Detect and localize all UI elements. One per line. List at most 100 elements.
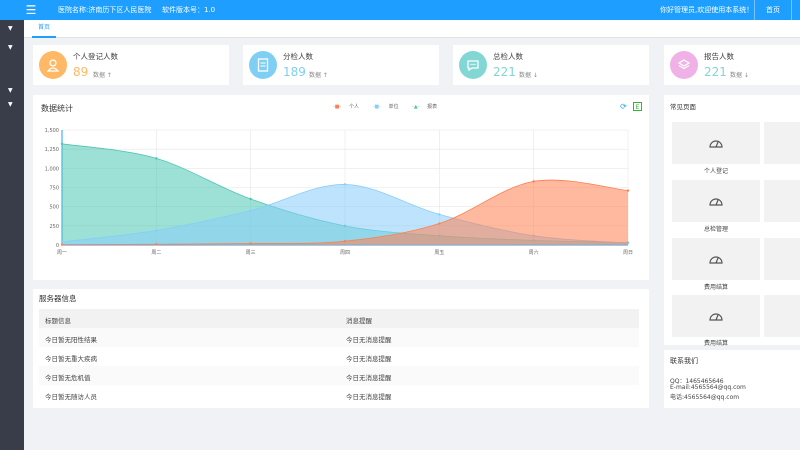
- stat-value: 221: [704, 65, 727, 79]
- data-point[interactable]: [60, 142, 64, 145]
- chat-icon: [459, 51, 487, 79]
- stat-card-total[interactable]: 总检人数 221 数据 ↓: [453, 45, 649, 85]
- stat-card-report[interactable]: 报告人数 221 数据 ↓: [664, 45, 800, 85]
- tab-bar: 首页: [24, 20, 800, 38]
- stat-trend: 数据 ↑: [93, 72, 112, 79]
- data-point[interactable]: [532, 180, 535, 183]
- x-tick-label: 周六: [529, 249, 539, 256]
- table-row[interactable]: 今日暂无随访人员 今日无消息提醒: [39, 385, 639, 404]
- shortcut-fee-settlement-2[interactable]: [672, 295, 760, 337]
- data-point[interactable]: [438, 213, 441, 216]
- chevron-down-icon[interactable]: ▼: [8, 101, 16, 109]
- server-info-table: 标题信息 消息提醒 今日暂无阳性结果 今日无消息提醒 今日暂无重大疾病 今日无消…: [39, 309, 639, 404]
- table-cell: 今日暂无重大疾病: [45, 355, 97, 363]
- sidebar: ▼ ▼ ▼ ▼: [0, 20, 24, 450]
- stat-card-personal[interactable]: 个人登记人数 89 数据 ↑: [33, 45, 229, 85]
- data-point[interactable]: [155, 229, 158, 232]
- gauge-icon: [709, 140, 723, 148]
- table-cell: 今日无消息提醒: [346, 355, 392, 363]
- stat-value: 221: [493, 65, 516, 79]
- shortcut-tile-partial[interactable]: [764, 122, 800, 164]
- data-point[interactable]: [249, 242, 252, 245]
- data-point[interactable]: [438, 222, 441, 225]
- common-pages-title: 常见页面: [670, 103, 696, 111]
- common-pages-card: 常见页面 个人登记 总检管理 费用结算 费用结算: [664, 95, 800, 347]
- table-cell: 今日无消息提醒: [346, 393, 392, 401]
- x-tick-label: 周四: [340, 250, 350, 256]
- stat-trend: 数据 ↓: [519, 72, 538, 79]
- x-tick-label: 周五: [434, 250, 444, 256]
- layers-icon: [670, 51, 698, 79]
- shortcut-tile-partial[interactable]: [764, 295, 800, 337]
- data-point[interactable]: [155, 243, 158, 246]
- x-tick-label: 周二: [151, 250, 161, 256]
- gauge-icon: [709, 313, 723, 321]
- x-tick-label: 周三: [246, 250, 256, 256]
- data-point[interactable]: [60, 243, 64, 246]
- shortcut-label: 个人登记: [703, 168, 728, 175]
- table-row[interactable]: 今日暂无阳性结果 今日无消息提醒: [39, 328, 639, 347]
- chevron-down-icon[interactable]: ▼: [8, 87, 16, 95]
- server-info-card: 服务器信息 标题信息 消息提醒 今日暂无阳性结果 今日无消息提醒 今日暂无重大疾…: [33, 289, 649, 408]
- table-row[interactable]: 今日暂无重大疾病 今日无消息提醒: [39, 347, 639, 366]
- shortcut-tile-partial[interactable]: [764, 180, 800, 222]
- table-cell: 今日无消息提醒: [346, 374, 392, 382]
- data-point[interactable]: [343, 183, 347, 186]
- shortcut-personal-registration[interactable]: [672, 122, 760, 164]
- data-point[interactable]: [155, 157, 158, 160]
- shortcut-tile-partial[interactable]: [764, 238, 800, 280]
- contact-card: 联系我们 QQ：1465465646 E-mail:4565564@qq.com…: [664, 350, 800, 408]
- software-version: 软件版本号：1.0: [162, 6, 216, 14]
- area-chart: 0 250 500 750 1,000 1,250 1,500 周一 周二 周三 周四 周五 周六 周日: [45, 128, 633, 256]
- top-header: ☰ 医院名称:济南历下区人民医院 软件版本号：1.0 你好管理员,欢迎使用本系统…: [0, 0, 800, 20]
- table-cell: 今日暂无随访人员: [45, 393, 97, 401]
- contact-phone: 电话:4565564@qq.com: [670, 394, 740, 401]
- contact-email: E-mail:4565564@qq.com: [670, 384, 746, 391]
- y-tick-label: 0: [56, 243, 59, 249]
- user-icon: [39, 51, 67, 79]
- chevron-down-icon[interactable]: ▼: [8, 25, 16, 33]
- gauge-icon: [709, 256, 723, 264]
- y-tick-label: 1,500: [45, 128, 59, 134]
- stat-title: 分检人数: [283, 52, 313, 61]
- home-button[interactable]: 首页: [754, 0, 792, 20]
- chevron-down-icon[interactable]: ▼: [8, 44, 16, 52]
- column-header: 消息提醒: [346, 317, 372, 325]
- table-header: 标题信息 消息提醒: [39, 309, 639, 328]
- y-tick-label: 1,250: [45, 147, 59, 153]
- data-point[interactable]: [249, 209, 252, 212]
- stat-title: 个人登记人数: [73, 52, 118, 61]
- data-point[interactable]: [60, 240, 64, 244]
- x-tick-label: 周日: [623, 250, 633, 256]
- table-cell: 今日无消息提醒: [346, 336, 392, 344]
- table-row[interactable]: 今日暂无危机值 今日无消息提醒: [39, 366, 639, 385]
- data-point[interactable]: [343, 239, 347, 243]
- x-tick-label: 周一: [57, 250, 67, 256]
- shortcut-fee-settlement[interactable]: [672, 238, 760, 280]
- shortcut-label: 费用结算: [703, 340, 728, 347]
- gauge-icon: [709, 198, 723, 206]
- column-header: 标题信息: [45, 317, 71, 325]
- shortcut-label: 总检管理: [703, 226, 728, 233]
- table-cell: 今日暂无危机值: [45, 374, 91, 382]
- stat-title: 总检人数: [493, 52, 523, 61]
- stat-card-split[interactable]: 分检人数 189 数据 ↑: [243, 45, 439, 85]
- shortcut-total-check[interactable]: [672, 180, 760, 222]
- chart-card: 数据统计 -■- 个人 -■- 单位 -▲- 报表 ⟳ E 0 250 500 750…: [33, 95, 649, 280]
- server-info-title: 服务器信息: [39, 294, 77, 303]
- stat-title: 报告人数: [704, 52, 734, 61]
- welcome-text: 你好管理员,欢迎使用本系统！: [660, 6, 754, 14]
- menu-toggle-icon[interactable]: ☰: [24, 3, 38, 17]
- contact-title: 联系我们: [670, 357, 698, 365]
- tab-home[interactable]: 首页: [32, 20, 57, 38]
- document-icon: [249, 51, 277, 79]
- shortcut-label: 费用结算: [703, 284, 728, 291]
- hospital-name: 医院名称:济南历下区人民医院: [58, 6, 152, 14]
- y-tick-label: 500: [49, 205, 59, 211]
- data-point[interactable]: [626, 189, 630, 192]
- y-tick-label: 750: [49, 186, 59, 192]
- stat-trend: 数据 ↓: [730, 72, 749, 79]
- stat-value: 89: [73, 65, 89, 79]
- data-point[interactable]: [249, 197, 252, 201]
- table-cell: 今日暂无阳性结果: [45, 336, 97, 344]
